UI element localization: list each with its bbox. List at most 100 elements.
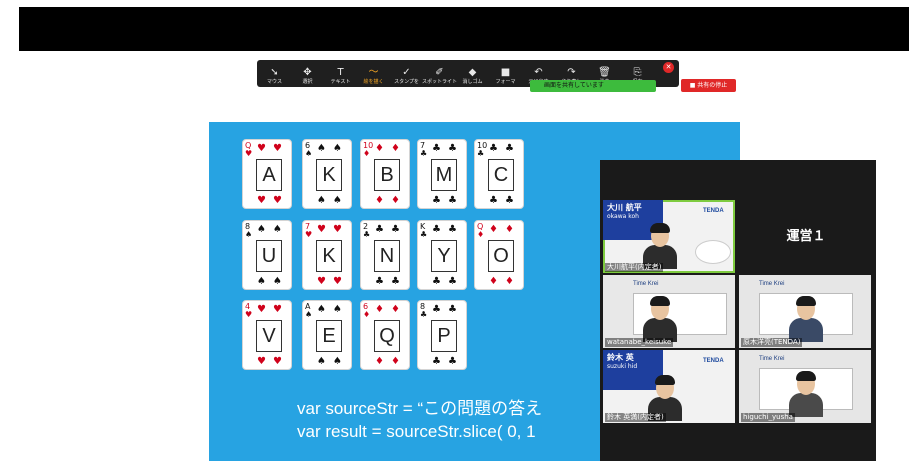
card-pip-icon: ♣ [432,276,441,287]
card-pip-icon: ♥ [257,143,266,154]
card-pip-icon: ♠ [333,356,342,367]
card-pip-icon: ♦ [375,195,384,206]
card-pip-icon: ♣ [432,224,441,235]
card-letter: U [256,240,282,272]
card-pip-icon: ♣ [448,304,457,315]
card-pip-icon: ♠ [317,143,326,154]
card-pip-icon: ♠ [317,356,326,367]
banner-name: 鈴木 英 [607,353,634,362]
close-toolbar-icon[interactable]: ✕ [663,62,674,73]
card-suit-icon: ♣ [477,149,485,158]
playing-card: A ♠ ♠ ♠ ♠ ♠ E [302,300,352,370]
video-tile-suzuki[interactable]: 鈴木 英 suzuki hid TENDA 鈴木 英満(内定者) [603,350,735,423]
top-black-bar [19,7,909,51]
toolbar-draw-button[interactable]: 〜絵を描く [360,60,387,87]
card-pip-icon: ♣ [432,304,441,315]
card-pip-icon: ♦ [391,195,400,206]
toolbar-format-button[interactable]: ■ フォーマ [492,60,519,87]
tenda-logo: TENDA [703,208,724,214]
card-pip-icon: ♦ [489,276,498,287]
video-tile-haraki[interactable]: Time Krei 原木洋亮(TENDA) [739,275,871,348]
card-pip-icon: ♣ [505,195,514,206]
card-pip-icon: ♦ [505,224,514,235]
card-suit-icon: ♣ [420,230,428,239]
card-letter: O [488,240,514,272]
toolbar-label: スタンプを [394,79,419,85]
code-line-2: var result = sourceStr.slice( 0, 1 [297,422,536,441]
time-krei-logo: Time Krei [759,356,785,362]
participant-name: 鈴木 英満(内定者) [605,413,666,422]
toolbar-stamp-button[interactable]: ✓ スタンプを [393,60,420,87]
card-pip-icon: ♦ [375,304,384,315]
card-pip-icon: ♠ [273,276,282,287]
playing-card: 8 ♠ ♠ ♠ ♠ ♠ U [242,220,292,290]
banner-sub: suzuki hid [607,363,638,370]
card-pip-icon: ♥ [333,224,342,235]
card-pip-icon: ♥ [273,143,282,154]
card-pip-icon: ♣ [448,224,457,235]
banner-sub: okawa koh [607,213,639,220]
toolbar-cursor-button[interactable]: ➘ マウス [261,60,288,87]
card-suit-icon: ♣ [420,149,428,158]
card-suit-icon: ♥ [305,230,313,239]
card-suit-icon: ♠ [305,310,313,319]
participant-name: 運営１ [786,229,826,244]
card-pip-icon: ♣ [432,195,441,206]
participant-name: higuchi_yusha [741,413,795,422]
card-letter: N [374,240,400,272]
card-pip-icon: ♠ [333,143,342,154]
card-pip-icon: ♥ [273,356,282,367]
card-pip-icon: ♠ [317,304,326,315]
card-pip-icon: ♥ [273,304,282,315]
trash-icon: 🗑 [598,67,611,78]
card-pip-icon: ♠ [257,276,266,287]
card-letter: C [488,159,514,191]
code-line-1: var sourceStr = “この問題の答え [297,399,543,418]
video-tile-okawa[interactable]: 大川 航平 okawa koh TENDA 大川航平(内定者) [603,200,735,273]
stop-share-button[interactable]: ■ 共有の停止 [681,79,736,92]
card-pip-icon: ♥ [317,224,326,235]
time-krei-logo: Time Krei [759,281,785,287]
cursor-icon: ➘ [270,67,279,78]
card-pip-icon: ♣ [375,224,384,235]
sharing-status-bar: 画面を共有しています [530,80,656,92]
participant-person [643,223,677,269]
card-pip-icon: ♠ [257,224,266,235]
video-tile-higuchi[interactable]: Time Krei higuchi_yusha [739,350,871,423]
card-letter: P [431,320,457,352]
card-suit-icon: ♣ [363,230,371,239]
card-letter: E [316,320,342,352]
card-pip-icon: ♦ [505,276,514,287]
card-pip-icon: ♣ [432,356,441,367]
participant-name: 大川航平(内定者) [605,263,664,272]
playing-card: 6 ♠ ♠ ♠ ♠ ♠ K [302,139,352,209]
card-pip-icon: ♥ [273,195,282,206]
playing-card: 8 ♣ ♣ ♣ ♣ ♣ P [417,300,467,370]
toolbar-move-button[interactable]: ✥ 選択 [294,60,321,87]
card-suit-icon: ♦ [363,310,371,319]
card-pip-icon: ♠ [333,195,342,206]
video-tile-unei[interactable]: 運営１ [738,200,874,273]
card-pip-icon: ♦ [489,224,498,235]
eraser-icon: ◆ [468,67,477,78]
toolbar-text-button[interactable]: T テキスト [327,60,354,87]
card-suit-icon: ♥ [245,310,253,319]
video-tile-watanabe[interactable]: Time Krei watanabe_keisuke [603,275,735,348]
card-pip-icon: ♥ [317,276,326,287]
card-letter: Y [431,240,457,272]
card-pip-icon: ♥ [257,356,266,367]
toolbar-eraser-button[interactable]: ◆ 消しゴム [459,60,486,87]
card-pip-icon: ♣ [448,356,457,367]
card-pip-icon: ♣ [391,224,400,235]
card-pip-icon: ♣ [448,276,457,287]
card-letter: M [431,159,457,191]
playing-card: 10 ♣ ♣ ♣ ♣ ♣ C [474,139,524,209]
card-pip-icon: ♥ [257,304,266,315]
playing-card: 6 ♦ ♦ ♦ ♦ ♦ Q [360,300,410,370]
card-pip-icon: ♠ [317,195,326,206]
toolbar-label: 消しゴム [462,79,483,85]
card-letter: A [256,159,282,191]
card-pip-icon: ♠ [333,304,342,315]
toolbar-spotlight-button[interactable]: ✐ スポットライト [422,60,457,87]
card-letter: V [256,320,282,352]
